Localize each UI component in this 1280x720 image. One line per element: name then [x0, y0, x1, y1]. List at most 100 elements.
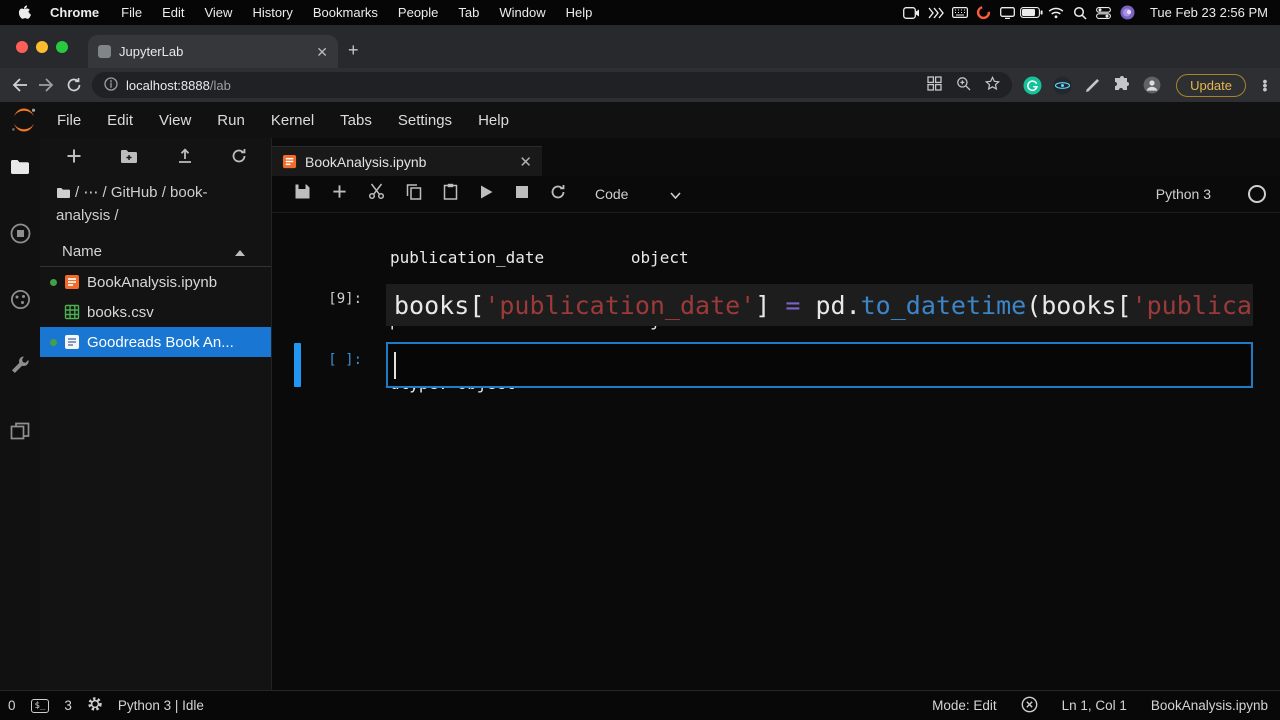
paste-cells-icon[interactable] [443, 183, 458, 205]
upload-icon[interactable] [177, 148, 193, 168]
back-icon[interactable] [10, 77, 28, 93]
tab-close-icon[interactable]: ✕ [316, 45, 328, 59]
notifications-icon[interactable] [1021, 696, 1038, 716]
address-bar[interactable]: localhost:8888/lab [92, 72, 1012, 98]
notebook-tab-close-icon[interactable]: ✕ [519, 153, 532, 171]
minimize-window-button[interactable] [36, 41, 48, 53]
menubar-clock[interactable]: Tue Feb 23 2:56 PM [1140, 5, 1268, 20]
macos-menu-window[interactable]: Window [489, 5, 555, 20]
new-launcher-icon[interactable] [66, 148, 82, 168]
active-empty-cell-input[interactable] [386, 342, 1253, 388]
file-item-bookscsv[interactable]: books.csv [40, 297, 271, 327]
home-folder-icon[interactable] [56, 184, 71, 205]
code-cell-input[interactable]: books['publication_date'] = pd.to_dateti… [386, 284, 1253, 326]
jp-menu-settings[interactable]: Settings [385, 112, 465, 129]
update-button[interactable]: Update [1176, 74, 1246, 97]
site-info-icon[interactable] [104, 77, 118, 94]
chevron-down-icon [670, 186, 681, 202]
macos-menu-history[interactable]: History [242, 5, 302, 20]
jp-menu-file[interactable]: File [44, 112, 94, 129]
gear-icon[interactable] [87, 696, 103, 715]
macos-menu-view[interactable]: View [194, 5, 242, 20]
status-bar: 0 $_ 3 Python 3 | Idle Mode: Edit Ln 1, … [0, 690, 1280, 720]
copy-cells-icon[interactable] [406, 183, 422, 205]
notebook-content[interactable]: publication_date object publisher object… [272, 213, 1280, 690]
jp-menu-kernel[interactable]: Kernel [258, 112, 327, 129]
macos-menu-edit[interactable]: Edit [152, 5, 194, 20]
text-cursor [394, 352, 396, 379]
macos-menu-tab[interactable]: Tab [448, 5, 489, 20]
code-token: (books[ [1026, 291, 1131, 320]
cut-cells-icon[interactable] [368, 183, 385, 205]
code-token: pd. [815, 291, 860, 320]
macos-menu-bookmarks[interactable]: Bookmarks [303, 5, 388, 20]
cursor-position[interactable]: Ln 1, Col 1 [1062, 698, 1127, 713]
jp-menu-edit[interactable]: Edit [94, 112, 146, 129]
close-window-button[interactable] [16, 41, 28, 53]
file-item-bookanalysis[interactable]: BookAnalysis.ipynb [40, 267, 271, 297]
new-tab-button[interactable]: + [348, 41, 359, 59]
refresh-file-list-icon[interactable] [231, 148, 247, 168]
grammarly-extension-icon[interactable] [1022, 75, 1042, 95]
browser-menu-icon[interactable]: ••• [1260, 79, 1270, 91]
pen-extension-icon[interactable] [1082, 75, 1102, 95]
terminals-count[interactable]: 0 [8, 698, 16, 713]
breadcrumb[interactable]: / ⋯ / GitHub / book-analysis / [40, 178, 271, 226]
kernel-status-text[interactable]: Python 3 | Idle [118, 698, 204, 713]
running-kernels-icon[interactable] [9, 222, 31, 244]
jp-menu-tabs[interactable]: Tabs [327, 112, 385, 129]
file-name: Goodreads Book An... [87, 334, 234, 351]
grid-icon[interactable] [927, 76, 942, 94]
edit-mode-indicator[interactable]: Mode: Edit [932, 698, 997, 713]
devtools-extension-icon[interactable] [1052, 75, 1072, 95]
maximize-window-button[interactable] [56, 41, 68, 53]
breadcrumb-text[interactable]: / ⋯ / GitHub / book-analysis / [56, 184, 208, 224]
kernel-name-button[interactable]: Python 3 [1156, 186, 1211, 202]
stop-kernel-icon[interactable] [515, 185, 529, 204]
run-cell-icon[interactable] [479, 184, 494, 205]
insert-cell-icon[interactable] [332, 184, 347, 204]
forward-icon[interactable] [38, 77, 56, 93]
jp-menu-help[interactable]: Help [465, 112, 522, 129]
name-column-label[interactable]: Name [62, 243, 102, 260]
restart-kernel-icon[interactable] [550, 184, 566, 205]
file-item-goodreads-selected[interactable]: Goodreads Book An... [40, 327, 271, 357]
zoom-icon[interactable] [956, 76, 971, 94]
siri-icon[interactable] [1116, 4, 1140, 22]
browser-tab-jupyterlab[interactable]: JupyterLab ✕ [88, 35, 338, 68]
file-list-header[interactable]: Name [40, 236, 271, 267]
kernels-count[interactable]: 3 [64, 698, 72, 713]
macos-menu-file[interactable]: File [111, 5, 152, 20]
spotlight-search-icon[interactable] [1068, 4, 1092, 22]
code-token: ] [755, 291, 770, 320]
active-file-name[interactable]: BookAnalysis.ipynb [1151, 698, 1268, 713]
code-token-string: 'publica [1132, 291, 1252, 320]
sort-caret-icon[interactable] [235, 243, 245, 260]
refresh-icon[interactable] [66, 77, 82, 93]
kernel-status-icon[interactable] [1248, 185, 1266, 203]
cell-type-dropdown[interactable]: Code [595, 186, 681, 202]
extension-manager-wrench-icon[interactable] [9, 354, 31, 376]
control-center-icon[interactable] [1092, 4, 1116, 22]
apple-menu-icon[interactable] [12, 4, 36, 22]
file-browser-icon[interactable] [9, 156, 31, 178]
new-folder-icon[interactable] [120, 149, 138, 168]
screen-record-icon[interactable] [900, 4, 924, 22]
macos-app-menu[interactable]: Chrome [36, 5, 111, 20]
extensions-puzzle-icon[interactable] [1112, 75, 1132, 95]
profile-extension-icon[interactable] [1142, 75, 1162, 95]
app-swirl-icon[interactable] [972, 4, 996, 22]
bookmark-star-icon[interactable] [985, 76, 1000, 94]
jp-menu-view[interactable]: View [146, 112, 204, 129]
keyboard-icon[interactable] [948, 4, 972, 22]
property-inspector-icon[interactable] [9, 288, 31, 310]
macos-menu-help[interactable]: Help [556, 5, 603, 20]
save-icon[interactable] [294, 183, 311, 205]
display-icon[interactable] [996, 4, 1020, 22]
notebook-tab[interactable]: BookAnalysis.ipynb ✕ [272, 146, 542, 176]
wifi-icon[interactable] [1044, 4, 1068, 22]
tabs-panel-icon[interactable] [9, 420, 31, 442]
macos-menu-people[interactable]: People [388, 5, 448, 20]
jp-menu-run[interactable]: Run [204, 112, 258, 129]
shortcuts-icon[interactable] [924, 4, 948, 22]
